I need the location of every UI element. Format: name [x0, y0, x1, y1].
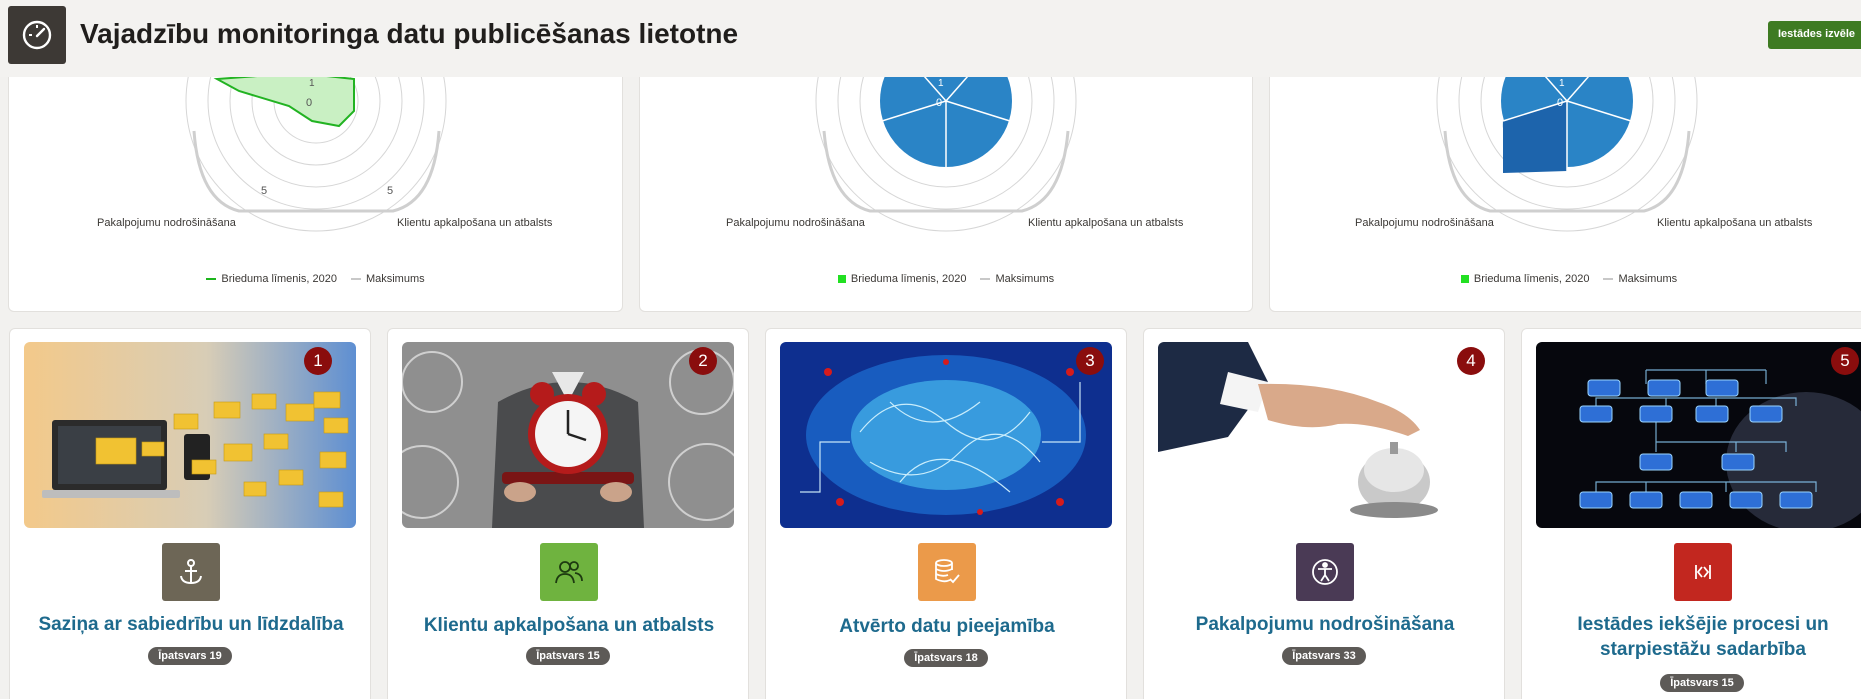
anchor-icon: [162, 543, 220, 601]
tile-title[interactable]: Atvērto datu pieejamība: [776, 614, 1118, 639]
legend-marker: [350, 278, 361, 280]
legend-marker: [206, 278, 217, 280]
tile-title[interactable]: Pakalpojumu nodrošināšana: [1154, 612, 1496, 637]
code-brackets-icon: [1674, 543, 1732, 601]
tile-number-badge: 3: [1076, 347, 1104, 375]
legend-item[interactable]: Maksimums: [350, 273, 425, 285]
users-icon: [540, 543, 598, 601]
legend-marker: [1460, 275, 1469, 283]
app-header: Vajadzību monitoringa datu publicēšanas …: [0, 0, 1861, 77]
tick-label: 5: [387, 185, 393, 197]
axis-label-left: Pakalpojumu nodrošināšana: [726, 217, 866, 229]
tick-label: 5: [261, 185, 267, 197]
tile-number-badge: 2: [689, 347, 717, 375]
category-tile-4[interactable]: 4 Pakalpojumu nodrošināšana Īpatsvars 33: [1143, 328, 1505, 699]
category-tile-3[interactable]: 3 Atvērto datu pieejamība Īpatsvars 18: [765, 328, 1127, 699]
category-tile-5[interactable]: 5 Iestādes iekšējie procesi un starpiest…: [1521, 328, 1861, 699]
dashboard-gauge-icon[interactable]: [8, 6, 66, 64]
accessibility-icon: [1296, 543, 1354, 601]
axis-label-right: Klientu apkalpošana un atbalsts: [1657, 217, 1813, 229]
category-tile-2[interactable]: 2 Klientu apkalpošana un atbalsts Īpatsv…: [387, 328, 749, 699]
tile-number-badge: 4: [1457, 347, 1485, 375]
category-tile-1[interactable]: 1 Saziņa ar sabiedrību un līdzdalība Īpa…: [9, 328, 371, 699]
legend-marker: [1603, 278, 1614, 280]
database-check-icon: [918, 543, 976, 601]
tick-label: 1: [938, 78, 944, 89]
radar-chart-card-1: 1 0 5 5 Pakalpojumu nodrošināšana Klient…: [8, 50, 623, 312]
chart-legend: Brieduma līmenis, 2020 Maksimums: [640, 273, 1252, 285]
tile-number-badge: 5: [1831, 347, 1859, 375]
axis-label-left: Pakalpojumu nodrošināšana: [97, 217, 237, 229]
page-title: Vajadzību monitoringa datu publicēšanas …: [80, 18, 739, 49]
radar-chart-card-2: 1 0 Pakalpojumu nodrošināšana Klientu ap…: [639, 50, 1253, 312]
chart-legend: Brieduma līmenis, 2020 Maksimums: [1270, 273, 1861, 285]
tile-title[interactable]: Klientu apkalpošana un atbalsts: [398, 613, 740, 638]
legend-marker: [980, 278, 991, 280]
tick-label: 0: [1557, 97, 1563, 109]
tile-image: [1158, 342, 1490, 528]
weight-badge: Īpatsvars 15: [1660, 674, 1744, 692]
tile-image: [402, 342, 734, 528]
tile-image: [1536, 342, 1861, 528]
weight-badge: Īpatsvars 33: [1282, 647, 1366, 665]
tile-image: [780, 342, 1112, 528]
tick-label: 1: [309, 78, 315, 89]
tick-label: 0: [936, 97, 942, 109]
tile-title[interactable]: Saziņa ar sabiedrību un līdzdalība: [20, 612, 362, 637]
weight-badge: Īpatsvars 15: [526, 647, 610, 665]
tile-title[interactable]: Iestādes iekšējie procesi un starpiestāž…: [1532, 612, 1861, 662]
axis-label-right: Klientu apkalpošana un atbalsts: [1028, 217, 1184, 229]
legend-item[interactable]: Maksimums: [1603, 273, 1677, 285]
legend-item[interactable]: Brieduma līmenis, 2020: [206, 273, 337, 285]
legend-marker: [837, 275, 846, 283]
institution-select-button[interactable]: Iestādes izvēle: [1768, 21, 1861, 49]
legend-item[interactable]: Maksimums: [980, 273, 1054, 285]
legend-item[interactable]: Brieduma līmenis, 2020: [1460, 273, 1589, 285]
tick-label: 0: [306, 97, 312, 109]
axis-label-right: Klientu apkalpošana un atbalsts: [397, 217, 553, 229]
radar-chart-card-3: 1 0 Pakalpojumu nodrošināšana Klientu ap…: [1269, 50, 1861, 312]
legend-item[interactable]: Brieduma līmenis, 2020: [837, 273, 966, 285]
tick-label: 1: [1559, 78, 1565, 89]
weight-badge: Īpatsvars 19: [148, 647, 232, 665]
axis-label-left: Pakalpojumu nodrošināšana: [1355, 217, 1495, 229]
chart-legend: Brieduma līmenis, 2020 Maksimums: [9, 273, 622, 285]
weight-badge: Īpatsvars 18: [904, 649, 988, 667]
tile-number-badge: 1: [304, 347, 332, 375]
